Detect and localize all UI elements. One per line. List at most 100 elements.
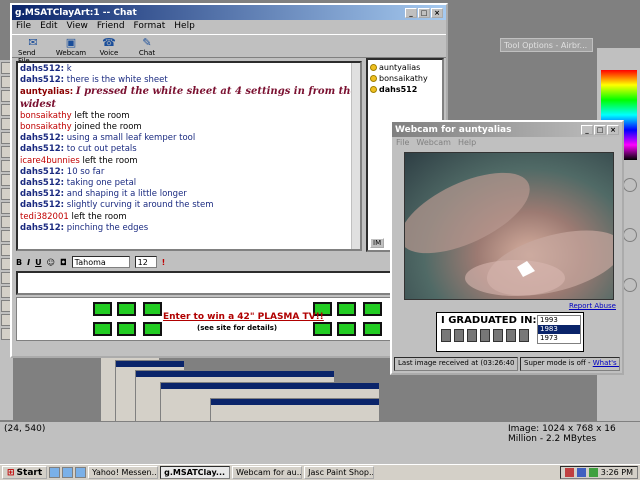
size-select[interactable]: 12 [134, 256, 157, 268]
chat-title: g.MSATClayArt:1 -- Chat [15, 7, 137, 18]
message-scrollbar[interactable] [351, 63, 360, 249]
alert-icon[interactable]: ! [162, 258, 166, 267]
tray-icon[interactable] [588, 468, 598, 477]
maximize-button[interactable]: □ [418, 7, 430, 18]
tv-icon [143, 302, 162, 316]
tv-icon [337, 302, 356, 316]
menu-format[interactable]: Format [134, 21, 166, 33]
menu-view[interactable]: View [67, 21, 88, 33]
minimize-button[interactable]: _ [405, 7, 417, 18]
message-log[interactable]: dahs512: k dahs512: there is the white sh… [16, 61, 362, 251]
image-info: Image: 1024 x 768 x 16 Million - 2.2 MBy… [508, 424, 616, 444]
message-row: dahs512: taking one petal [20, 178, 358, 189]
message-row: bonsaikathy joined the room [20, 122, 358, 133]
smiley-icon[interactable]: ☺ [47, 258, 55, 267]
year-listbox[interactable]: 1993 1983 1973 [537, 315, 581, 344]
webcam-menubar: File Webcam Help [392, 137, 622, 150]
quicklaunch-ie-icon[interactable] [49, 467, 61, 478]
chat-button[interactable]: ✎ Chat [132, 37, 162, 58]
task-paint-shop[interactable]: Jasc Paint Shop... [304, 466, 375, 479]
super-mode-status: Super mode is off - What's this? [520, 357, 620, 371]
plasma-tv-ad[interactable]: Enter to win a 42" PLASMA TV!! (see site… [16, 297, 446, 341]
last-image-status: Last image received at (03:26:40 PM) [394, 357, 518, 371]
tv-icon [93, 302, 112, 316]
voice-button[interactable]: ☎ Voice [94, 36, 124, 58]
menu-file[interactable]: File [396, 138, 409, 149]
tool-options-panel[interactable]: Tool Options - Airbr... [500, 38, 593, 52]
message-text: joined the room [74, 122, 142, 133]
whats-this-link[interactable]: What's this? [593, 359, 619, 367]
underline-button[interactable]: U [35, 258, 42, 267]
menu-help[interactable]: Help [458, 138, 476, 149]
message-nick: dahs512: [20, 75, 65, 86]
start-button[interactable]: ⊞ Start [2, 466, 48, 479]
tv-icon [313, 322, 332, 336]
message-nick: dahs512: [20, 222, 65, 233]
user-item[interactable]: bonsaikathy [370, 73, 440, 84]
message-row: dahs512: there is the white sheet [20, 75, 358, 86]
close-button[interactable]: × [607, 124, 619, 135]
year-option[interactable]: 1973 [538, 334, 580, 343]
chat-window: g.MSATClayArt:1 -- Chat _ □ × File Edit … [10, 3, 448, 358]
user-item[interactable]: dahs512 [370, 84, 440, 95]
message-nick: dahs512: [20, 178, 65, 189]
close-button[interactable]: × [431, 7, 443, 18]
font-select[interactable]: Tahoma [71, 256, 130, 268]
quicklaunch-desktop-icon[interactable] [62, 467, 74, 478]
menu-friend[interactable]: Friend [97, 21, 125, 33]
report-abuse-link[interactable]: Report Abuse [569, 302, 616, 310]
user-face-icon [370, 75, 377, 82]
tv-icon [363, 302, 382, 316]
message-text: slightly curving it around the stem [66, 200, 214, 211]
message-row: dahs512: and shaping it a little longer [20, 189, 358, 200]
yearbook-photo [467, 329, 477, 342]
tv-icon [337, 322, 356, 336]
taskbar: ⊞ Start Yahoo! Messen... g.MSATClay... We… [0, 464, 640, 480]
send-file-button[interactable]: ✉ Send File [18, 37, 48, 66]
yearbook-photo [519, 329, 529, 342]
im-button[interactable]: IM [370, 238, 385, 248]
task-yahoo-messenger[interactable]: Yahoo! Messen... [88, 466, 159, 479]
user-face-icon [370, 86, 377, 93]
tray-icon[interactable] [576, 468, 586, 477]
message-row: bonsaikathy left the room [20, 111, 358, 122]
menu-edit[interactable]: Edit [40, 21, 57, 33]
task-webcam[interactable]: Webcam for au... [232, 466, 303, 479]
year-option[interactable]: 1993 [538, 316, 580, 325]
ad-headline[interactable]: Enter to win a 42" PLASMA TV!! [163, 312, 324, 322]
palette-toggle-icon[interactable] [623, 278, 637, 292]
menu-help[interactable]: Help [174, 21, 195, 33]
tv-icon [117, 302, 136, 316]
quicklaunch-outlook-icon[interactable] [75, 467, 87, 478]
task-chat[interactable]: g.MSATClay... [160, 466, 231, 479]
message-nick: dahs512: [20, 166, 65, 177]
yearbook-photo [506, 329, 516, 342]
tray-icon[interactable] [564, 468, 574, 477]
year-option-selected[interactable]: 1983 [538, 325, 580, 334]
tv-icon [117, 322, 136, 336]
user-item[interactable]: auntyalias [370, 62, 440, 73]
palette-toggle-icon[interactable] [623, 178, 637, 192]
color-icon[interactable]: ◘ [60, 258, 67, 267]
webcam-titlebar[interactable]: Webcam for auntyalias _ □ × [392, 122, 622, 137]
message-nick: auntyalias: [20, 87, 74, 98]
menu-file[interactable]: File [16, 21, 31, 33]
voice-icon: ☎ [102, 36, 116, 49]
message-nick: dahs512: [20, 200, 65, 211]
chat-menubar: File Edit View Friend Format Help [12, 20, 446, 34]
clock[interactable]: 3:26 PM [601, 468, 633, 477]
chat-toolbar: ✉ Send File ▣ Webcam ☎ Voice ✎ Chat [12, 34, 446, 66]
maximize-button[interactable]: □ [594, 124, 606, 135]
chat-titlebar[interactable]: g.MSATClayArt:1 -- Chat _ □ × [12, 5, 446, 20]
graduation-ad[interactable]: I GRADUATED IN: 1993 1983 1973 [436, 312, 584, 352]
message-text: using a small leaf kemper tool [66, 133, 196, 144]
webcam-button[interactable]: ▣ Webcam [56, 37, 86, 58]
chat-input[interactable] [16, 271, 392, 295]
bold-button[interactable]: B [16, 258, 22, 267]
menu-webcam[interactable]: Webcam [416, 138, 451, 149]
palette-toggle-icon[interactable] [623, 228, 637, 242]
message-nick: icare4bunnies [20, 155, 80, 166]
minimize-button[interactable]: _ [581, 124, 593, 135]
message-text: and shaping it a little longer [66, 189, 187, 200]
italic-button[interactable]: I [27, 258, 30, 267]
